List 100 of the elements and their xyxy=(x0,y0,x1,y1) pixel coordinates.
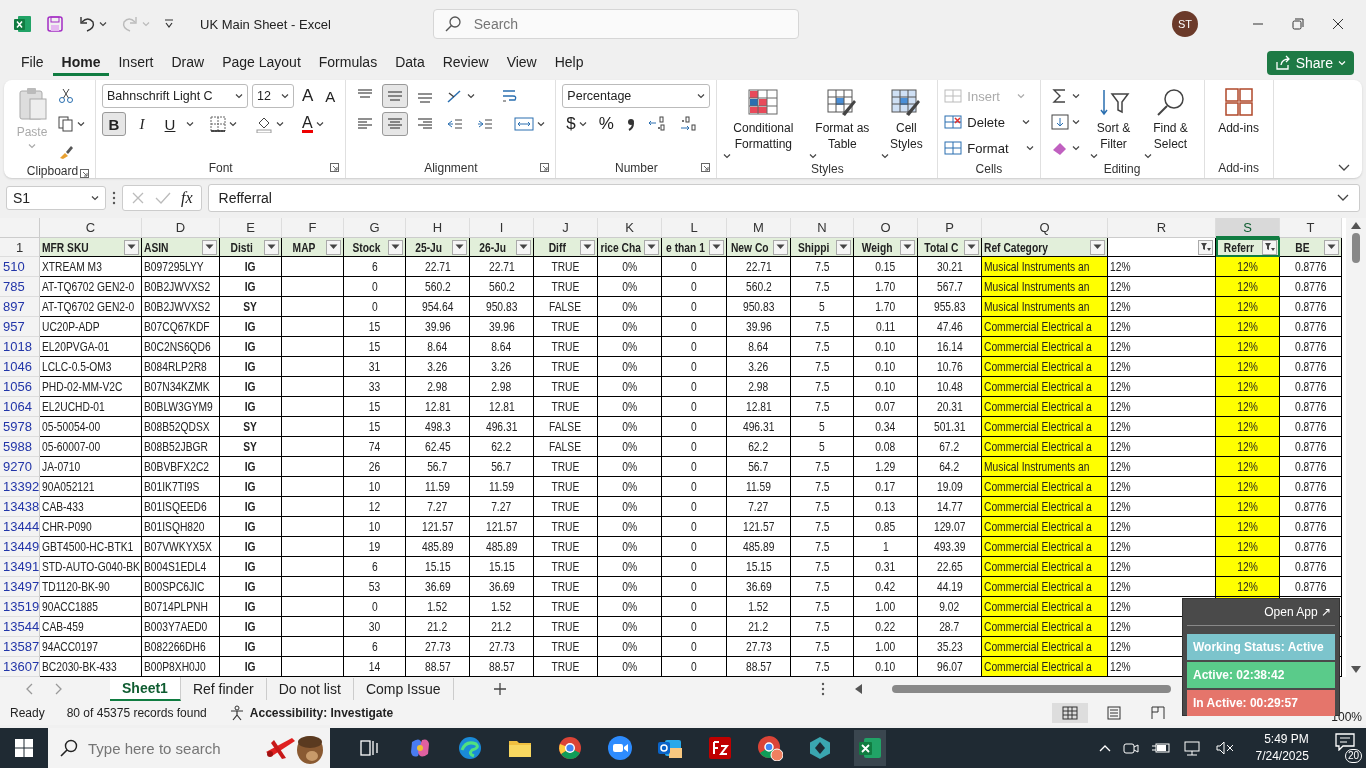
format-button[interactable]: Format xyxy=(944,136,1034,160)
filter-button[interactable] xyxy=(836,239,851,255)
header-cell[interactable]: MAP xyxy=(282,238,344,257)
column-letter[interactable]: Q xyxy=(982,218,1108,238)
row-number[interactable]: 897 xyxy=(0,297,40,317)
show-hidden-icons-button[interactable] xyxy=(1099,744,1112,752)
row-number[interactable]: 13449 xyxy=(0,537,40,557)
column-letter[interactable]: R xyxy=(1108,218,1216,238)
ribbon-tab[interactable]: File xyxy=(12,50,53,76)
column-letter[interactable]: G xyxy=(344,218,406,238)
shrink-font-button[interactable]: A xyxy=(321,84,340,108)
currency-button[interactable]: $ xyxy=(562,112,591,136)
header-cell[interactable]: rice Cha xyxy=(598,238,662,257)
header-cell[interactable] xyxy=(1108,238,1216,257)
add-ins-button[interactable]: Add-ins xyxy=(1210,84,1267,136)
header-cell[interactable]: 25-Ju xyxy=(406,238,470,257)
filter-button[interactable] xyxy=(516,239,531,255)
font-size-dropdown[interactable]: 12 xyxy=(252,84,294,108)
row-number[interactable]: 13587 xyxy=(0,637,40,657)
filter-button[interactable] xyxy=(202,239,217,255)
row-number[interactable]: 13438 xyxy=(0,497,40,517)
insert-function-button[interactable]: fx xyxy=(181,189,193,207)
column-letter[interactable]: N xyxy=(791,218,854,238)
filter-button[interactable] xyxy=(1198,239,1213,255)
filter-button[interactable] xyxy=(1090,239,1105,255)
cell-styles-button[interactable]: Cell Styles xyxy=(881,84,932,160)
ribbon-tab[interactable]: Data xyxy=(386,50,434,76)
filter-button[interactable] xyxy=(388,239,403,255)
row-number[interactable]: 785 xyxy=(0,277,40,297)
column-letter[interactable]: T xyxy=(1280,218,1342,238)
open-app-link[interactable]: Open App ↗ xyxy=(1187,603,1335,626)
scroll-down-button[interactable] xyxy=(1351,666,1361,673)
column-letter[interactable]: J xyxy=(534,218,598,238)
ribbon-tab[interactable]: Help xyxy=(545,50,593,76)
save-button[interactable] xyxy=(46,15,64,33)
font-name-dropdown[interactable]: Bahnschrift Light C xyxy=(102,84,248,108)
column-letter[interactable]: K xyxy=(598,218,662,238)
column-letter[interactable]: L xyxy=(662,218,727,238)
column-letter[interactable]: E xyxy=(220,218,282,238)
row-number[interactable]: 13491 xyxy=(0,557,40,577)
column-letter[interactable]: O xyxy=(854,218,918,238)
column-letter[interactable]: P xyxy=(918,218,982,238)
header-cell[interactable]: Weigh xyxy=(854,238,918,257)
header-cell[interactable]: Disti xyxy=(220,238,282,257)
collapse-ribbon-button[interactable] xyxy=(1338,164,1350,172)
header-cell[interactable]: Total C xyxy=(918,238,982,257)
italic-button[interactable]: I xyxy=(130,112,154,136)
scroll-up-button[interactable] xyxy=(1351,222,1361,229)
row-number[interactable]: 957 xyxy=(0,317,40,337)
ribbon-tab[interactable]: Draw xyxy=(162,50,214,76)
find-select-button[interactable]: Find & Select xyxy=(1143,84,1198,160)
row-number[interactable]: 9270 xyxy=(0,457,40,477)
column-letter[interactable]: F xyxy=(282,218,344,238)
taskbar-search-field[interactable]: Type here to search xyxy=(48,728,330,768)
filter-button[interactable] xyxy=(1324,239,1339,255)
ribbon-tab[interactable]: View xyxy=(497,50,546,76)
filter-button[interactable] xyxy=(580,239,595,255)
row-number[interactable]: 13544 xyxy=(0,617,40,637)
sheet-tab[interactable]: Sheet1 xyxy=(110,677,181,701)
ribbon-tab[interactable]: Insert xyxy=(109,50,163,76)
next-sheet-button[interactable] xyxy=(55,683,62,695)
row-number[interactable]: 1046 xyxy=(0,357,40,377)
number-format-dropdown[interactable]: Percentage xyxy=(562,84,711,108)
column-letter[interactable]: S xyxy=(1216,218,1280,238)
header-cell[interactable]: New Co xyxy=(727,238,791,257)
taskbar-app[interactable] xyxy=(854,730,886,766)
header-cell[interactable]: Referr xyxy=(1216,238,1280,257)
row-number[interactable]: 13392 xyxy=(0,477,40,497)
percent-button[interactable]: % xyxy=(594,112,618,136)
share-button[interactable]: Share xyxy=(1266,51,1354,75)
row-number[interactable]: 13607 xyxy=(0,657,40,677)
row-number[interactable]: 1 xyxy=(0,238,40,257)
align-center-button[interactable] xyxy=(382,112,409,136)
ribbon-tab[interactable]: Formulas xyxy=(309,50,387,76)
column-letter[interactable]: D xyxy=(142,218,220,238)
previous-sheet-button[interactable] xyxy=(26,683,33,695)
filter-button[interactable] xyxy=(452,239,467,255)
normal-view-button[interactable] xyxy=(1052,703,1088,723)
row-number[interactable]: 510 xyxy=(0,257,40,277)
header-cell[interactable]: BE xyxy=(1280,238,1342,257)
scrollbar-thumb[interactable] xyxy=(1352,233,1360,263)
user-avatar[interactable]: ST xyxy=(1172,11,1198,37)
font-color-button[interactable]: A xyxy=(298,112,328,136)
sheet-tab[interactable]: Do not list xyxy=(266,678,354,700)
column-letter[interactable]: H xyxy=(406,218,470,238)
delete-button[interactable]: Delete xyxy=(944,110,1034,134)
sort-filter-button[interactable]: Sort & Filter xyxy=(1089,84,1138,160)
ribbon-tab[interactable]: Review xyxy=(433,50,498,76)
close-button[interactable] xyxy=(1332,18,1344,30)
ribbon-tab[interactable]: Home xyxy=(52,50,110,76)
column-letter[interactable]: C xyxy=(40,218,142,238)
header-cell[interactable]: e than 1 xyxy=(662,238,727,257)
header-cell[interactable]: Stock xyxy=(344,238,406,257)
accessibility-button[interactable]: Accessibility: Investigate xyxy=(228,705,394,721)
row-number[interactable]: 1064 xyxy=(0,397,40,417)
header-cell[interactable]: Ref Category xyxy=(982,238,1108,257)
filter-button[interactable] xyxy=(124,239,139,255)
scroll-left-button[interactable] xyxy=(855,684,862,694)
undo-button[interactable] xyxy=(78,15,107,33)
header-cell[interactable]: Diff xyxy=(534,238,598,257)
